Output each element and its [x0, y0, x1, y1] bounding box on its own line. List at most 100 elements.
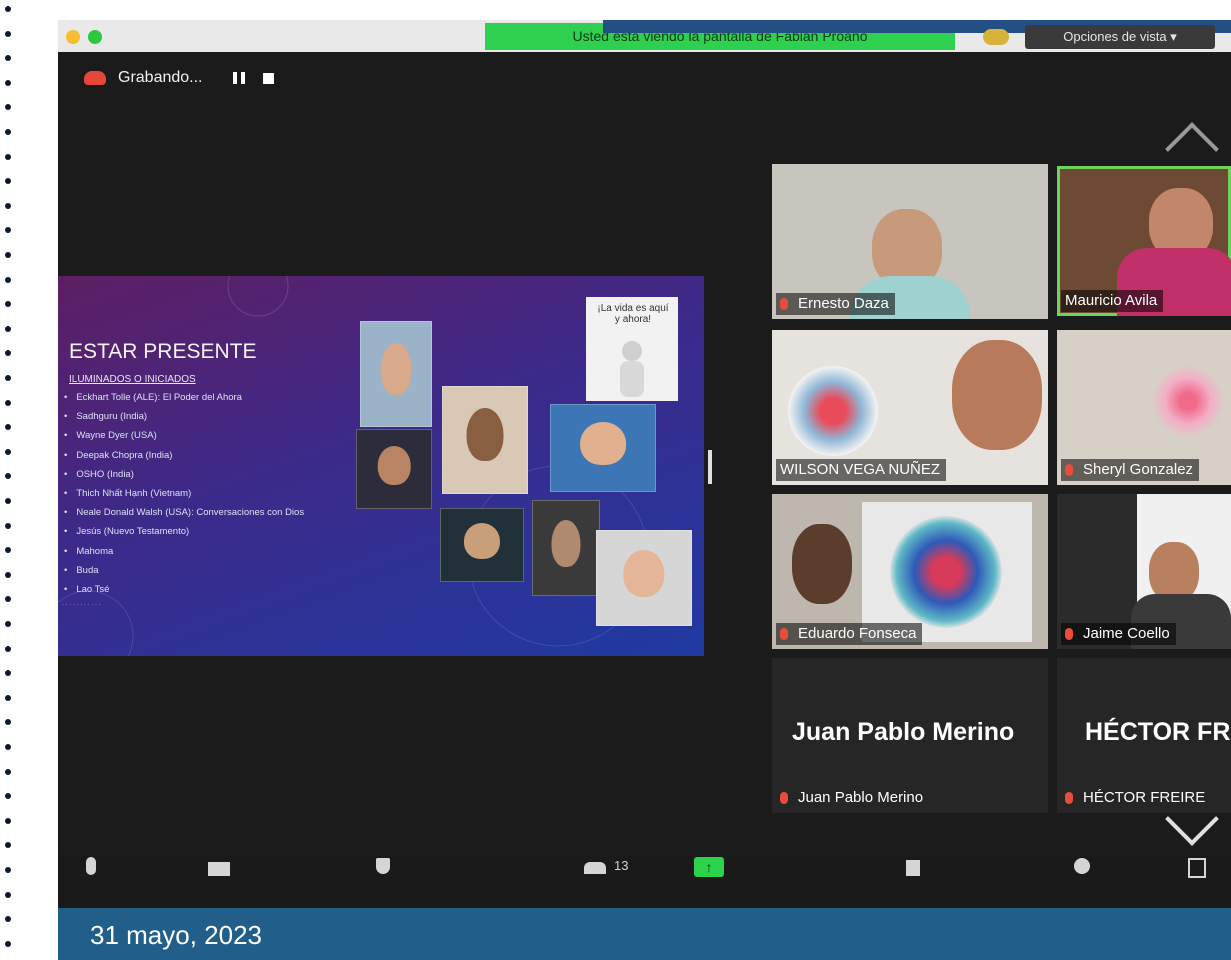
date-footer-bar: 31 mayo, 2023 — [58, 908, 1231, 960]
decorative-dot — [5, 473, 11, 479]
slide-bullet: Eckhart Tolle (ALE): El Poder del Ahora — [64, 388, 304, 407]
decorative-dot — [5, 129, 11, 135]
decorative-dot — [5, 621, 11, 627]
share-status-pill — [983, 29, 1009, 45]
decorative-dot — [5, 424, 11, 430]
meeting-toolbar — [58, 855, 1231, 908]
mic-muted-icon — [780, 792, 788, 804]
decorative-dot — [5, 31, 11, 37]
slide-bullet: Deepak Chopra (India) — [64, 446, 304, 465]
slide-bullet: Sadhguru (India) — [64, 407, 304, 426]
slide-bullet-list: Eckhart Tolle (ALE): El Poder del Ahora … — [64, 388, 304, 599]
portrait-photo — [360, 321, 432, 427]
mic-muted-icon — [1065, 792, 1073, 804]
decorative-dot — [5, 793, 11, 799]
decorative-dot — [5, 80, 11, 86]
portrait-photo — [550, 404, 656, 492]
participant-tile-no-video[interactable]: HÉCTOR FR HÉCTOR FREIRE — [1057, 658, 1231, 813]
share-screen-button[interactable]: ↑ — [694, 857, 724, 877]
decorative-dot — [5, 547, 11, 553]
share-arrow-icon: ↑ — [705, 859, 713, 875]
cloud-record-icon — [84, 71, 106, 85]
mic-muted-icon — [1065, 628, 1073, 640]
slide-bullet: Jesús (Nuevo Testamento) — [64, 522, 304, 541]
zoom-meeting-window: Usted está viendo la pantalla de Fabián … — [58, 20, 1231, 908]
decorative-dot — [5, 277, 11, 283]
decorative-dot — [5, 375, 11, 381]
microphone-icon[interactable] — [86, 857, 96, 875]
decorative-dot-strip — [0, 0, 22, 960]
decorative-dot — [5, 941, 11, 947]
view-options-button[interactable]: Opciones de vista ▾ — [1025, 25, 1215, 49]
chevron-down-icon: ▾ — [1170, 29, 1177, 44]
decorative-dot — [5, 350, 11, 356]
apps-icon[interactable] — [1188, 858, 1206, 878]
participant-tile[interactable]: Jaime Coello — [1057, 494, 1231, 649]
portrait-photo — [356, 429, 432, 509]
participant-name: Ernesto Daza — [798, 295, 889, 312]
participant-tile[interactable]: Ernesto Daza — [772, 164, 1048, 319]
decorative-dot — [5, 178, 11, 184]
participant-name: WILSON VEGA NUÑEZ — [780, 461, 941, 478]
decorative-dot — [5, 55, 11, 61]
decorative-dot — [5, 400, 11, 406]
decorative-dot — [5, 769, 11, 775]
sign-text: ¡La vida es aquí y ahora! — [597, 303, 669, 325]
decorative-dot — [5, 892, 11, 898]
decorative-dot — [5, 154, 11, 160]
pause-recording-icon[interactable] — [232, 72, 245, 84]
mic-muted-icon — [1065, 464, 1073, 476]
decorative-dot — [5, 719, 11, 725]
slide-bullet: Wayne Dyer (USA) — [64, 426, 304, 445]
maximize-window-button[interactable] — [88, 30, 102, 44]
decorative-dot — [5, 596, 11, 602]
reactions-icon[interactable] — [1074, 858, 1090, 874]
participant-tile-no-video[interactable]: Juan Pablo Merino Juan Pablo Merino — [772, 658, 1048, 813]
minimize-window-button[interactable] — [66, 30, 80, 44]
participant-tile[interactable]: Eduardo Fonseca — [772, 494, 1048, 649]
participant-tile[interactable]: Sheryl Gonzalez — [1057, 330, 1231, 485]
participant-tile-active-speaker[interactable]: Mauricio Avila — [1057, 166, 1231, 316]
portrait-photo — [532, 500, 600, 596]
participant-name: Jaime Coello — [1083, 625, 1170, 642]
decorative-dot — [5, 326, 11, 332]
participant-tile[interactable]: WILSON VEGA NUÑEZ — [772, 330, 1048, 485]
slide-bullet: Thich Nhất Hạnh (Vietnam) — [64, 484, 304, 503]
mic-muted-icon — [780, 298, 788, 310]
participant-name: Sheryl Gonzalez — [1083, 461, 1194, 478]
slide-bullet: OSHO (India) — [64, 465, 304, 484]
decorative-dot — [5, 695, 11, 701]
portrait-photo — [440, 508, 524, 582]
stop-recording-icon[interactable] — [262, 72, 274, 84]
polls-icon[interactable] — [906, 860, 920, 876]
portrait-photo — [442, 386, 528, 494]
decorative-dot — [5, 6, 11, 12]
decorative-dot — [5, 842, 11, 848]
view-options-label: Opciones de vista — [1063, 29, 1167, 44]
participants-icon[interactable] — [584, 862, 606, 874]
decorative-dot — [5, 523, 11, 529]
decorative-dot — [5, 646, 11, 652]
footer-date: 31 mayo, 2023 — [90, 920, 263, 950]
slide-bullet: Mahoma — [64, 542, 304, 561]
video-camera-icon[interactable] — [208, 862, 230, 876]
recording-label: Grabando... — [118, 69, 203, 86]
decorative-dot — [5, 670, 11, 676]
panel-resize-handle[interactable] — [708, 450, 712, 484]
participant-display-name: HÉCTOR FR — [1085, 718, 1231, 746]
slide-credit-watermark: · · · · · · · · · · · — [62, 602, 101, 608]
decorative-dot — [5, 916, 11, 922]
slide-bullet: Neale Donald Walsh (USA): Conversaciones… — [64, 503, 304, 522]
decorative-dot — [5, 203, 11, 209]
decorative-dot — [5, 104, 11, 110]
decorative-dot — [5, 498, 11, 504]
security-shield-icon[interactable] — [376, 858, 390, 874]
decorative-dot — [5, 744, 11, 750]
slide-title: ESTAR PRESENTE — [69, 340, 257, 363]
mic-muted-icon — [780, 628, 788, 640]
participant-name: Juan Pablo Merino — [798, 789, 924, 806]
slide-bullet: Buda — [64, 561, 304, 580]
decorative-dot — [5, 301, 11, 307]
decorative-dot — [5, 227, 11, 233]
decorative-dot — [5, 818, 11, 824]
